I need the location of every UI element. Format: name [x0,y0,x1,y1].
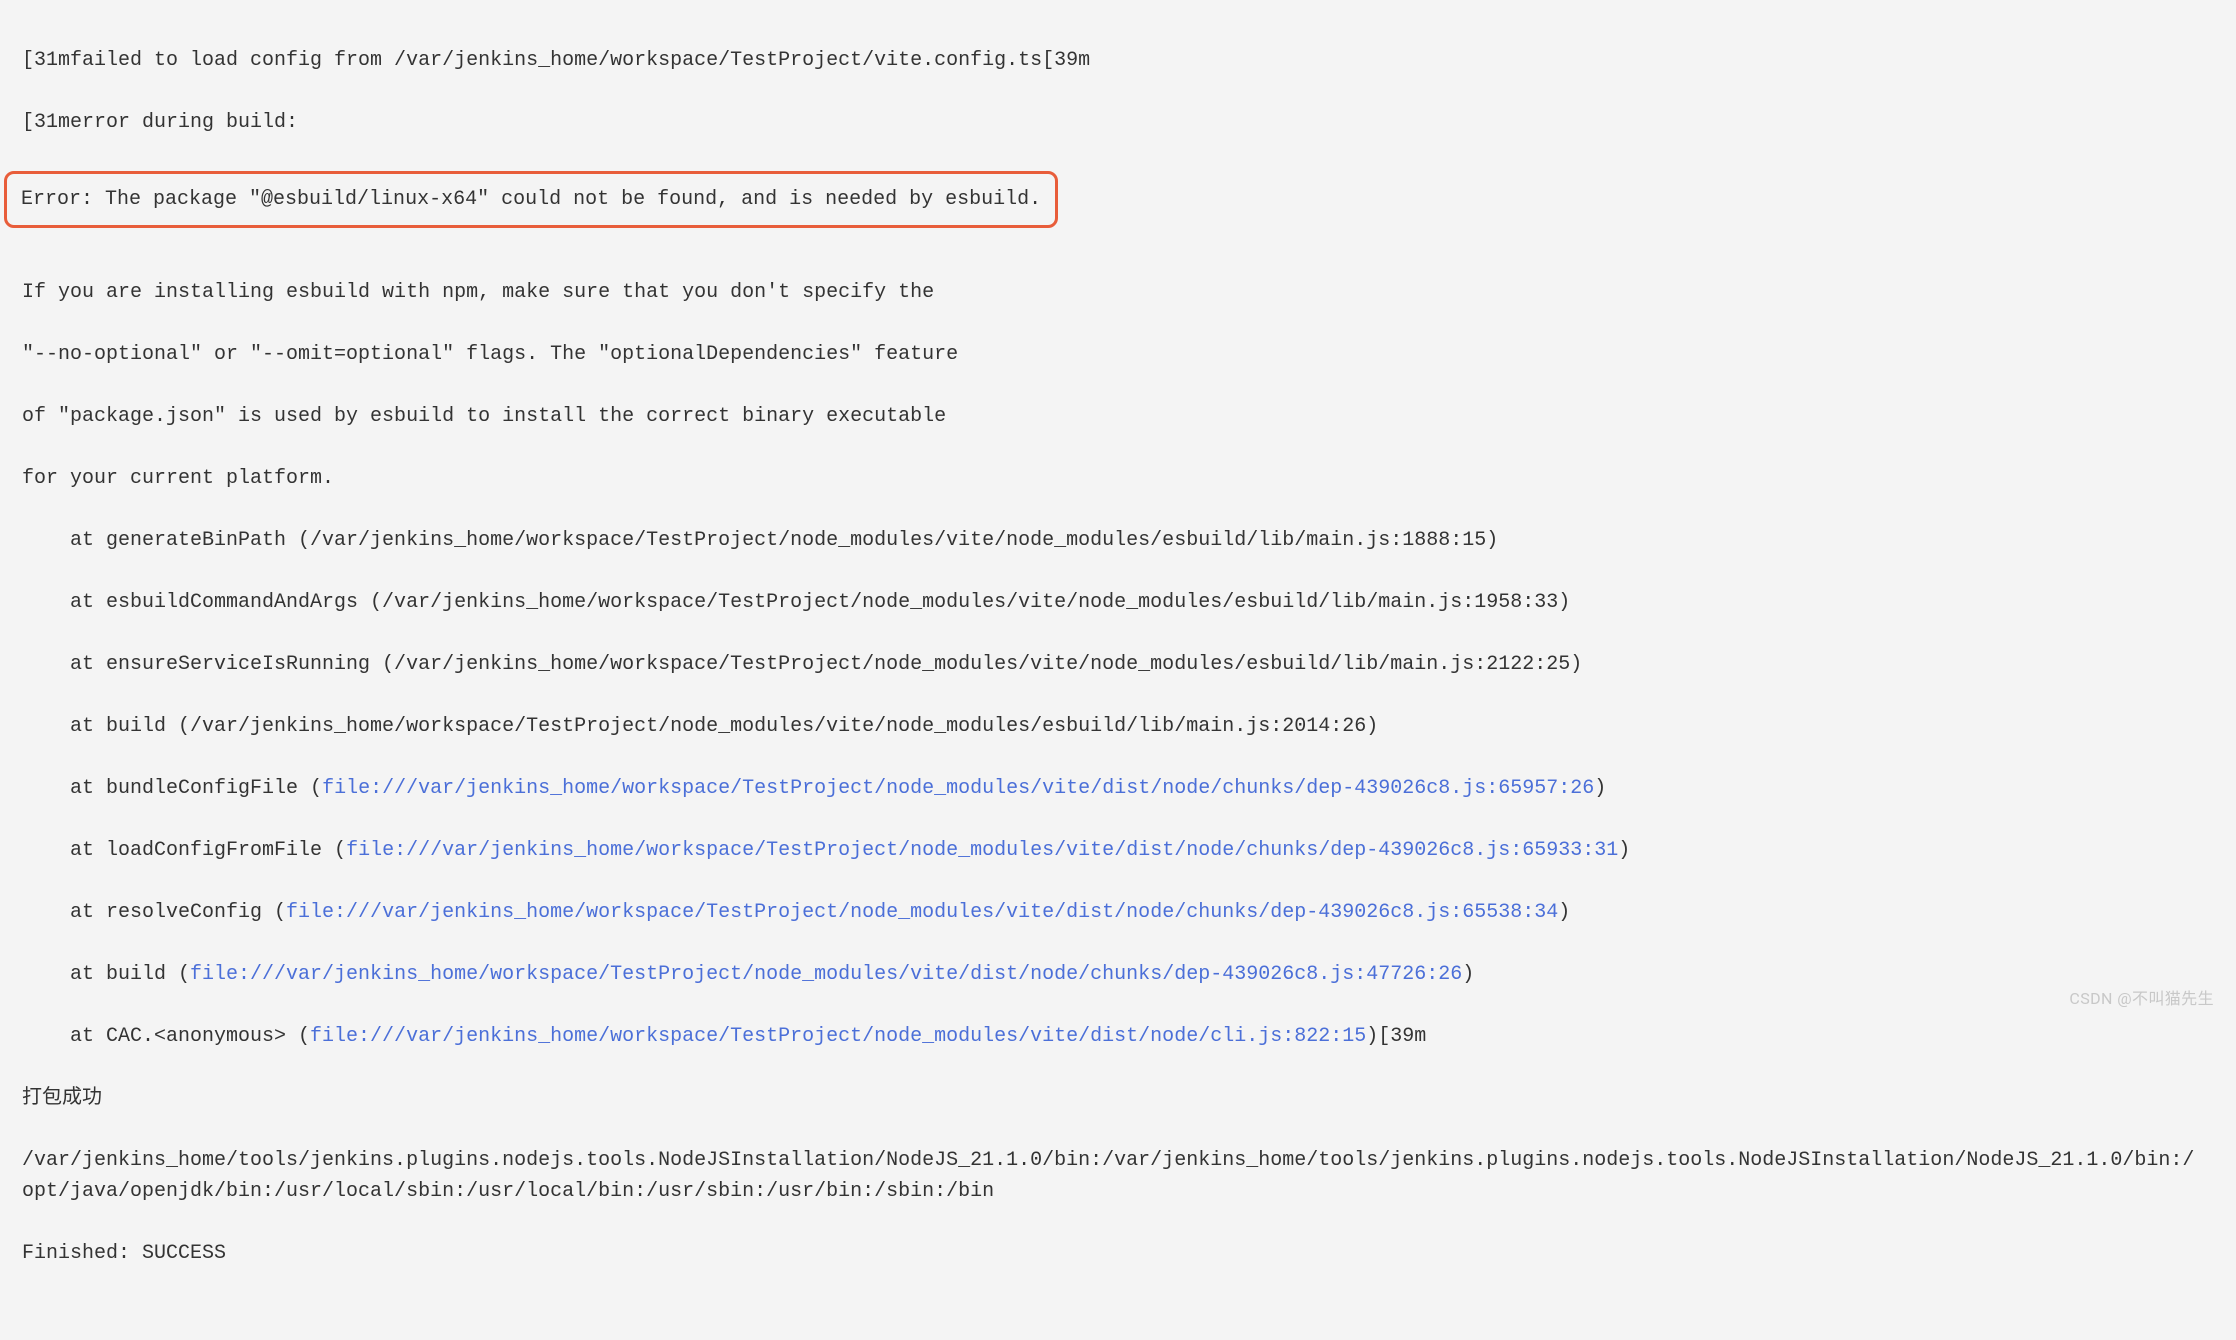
error-highlight-box: Error: The package "@esbuild/linux-x64" … [4,171,1058,228]
error-message: Error: The package "@esbuild/linux-x64" … [21,188,1041,211]
log-line: [31merror during build: [22,107,2232,138]
console-output: If you are installing esbuild with npm, … [4,246,2232,1300]
log-line: of "package.json" is used by esbuild to … [22,401,2232,432]
file-link[interactable]: file:///var/jenkins_home/workspace/TestP… [310,1025,1366,1048]
log-line: "--no-optional" or "--omit=optional" fla… [22,339,2232,370]
file-link[interactable]: file:///var/jenkins_home/workspace/TestP… [190,963,1462,986]
watermark: CSDN @不叫猫先生 [2069,987,2214,1012]
log-line: for your current platform. [22,463,2232,494]
path-env: /var/jenkins_home/tools/jenkins.plugins.… [22,1145,2202,1207]
stack-frame: at build (/var/jenkins_home/workspace/Te… [22,711,2232,742]
log-line: If you are installing esbuild with npm, … [22,277,2232,308]
stack-frame: at generateBinPath (/var/jenkins_home/wo… [22,525,2232,556]
stack-frame: at resolveConfig (file:///var/jenkins_ho… [22,897,2232,928]
build-success-label: 打包成功 [22,1083,2232,1114]
stack-frame: at ensureServiceIsRunning (/var/jenkins_… [22,649,2232,680]
stack-frame: at bundleConfigFile (file:///var/jenkins… [22,773,2232,804]
log-line: [31mfailed to load config from /var/jenk… [22,45,2232,76]
stack-frame: at esbuildCommandAndArgs (/var/jenkins_h… [22,587,2232,618]
stack-frame: at build (file:///var/jenkins_home/works… [22,959,2232,990]
console-output: [31mfailed to load config from /var/jenk… [4,14,2232,169]
stack-frame: at CAC.<anonymous> (file:///var/jenkins_… [22,1021,2232,1052]
finished-status: Finished: SUCCESS [22,1238,2232,1269]
file-link[interactable]: file:///var/jenkins_home/workspace/TestP… [346,839,1618,862]
file-link[interactable]: file:///var/jenkins_home/workspace/TestP… [322,777,1594,800]
stack-frame: at loadConfigFromFile (file:///var/jenki… [22,835,2232,866]
file-link[interactable]: file:///var/jenkins_home/workspace/TestP… [286,901,1558,924]
